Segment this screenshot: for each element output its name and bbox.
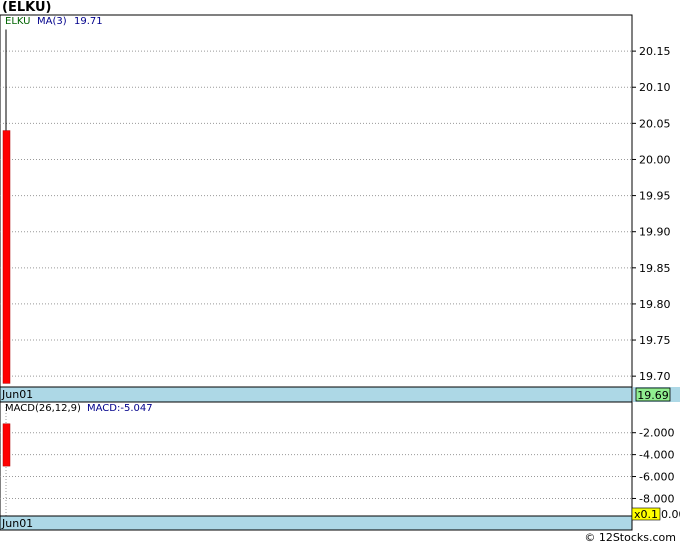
legend-symbol: ELKU [5, 16, 31, 27]
price-date-label: Jun01 [1, 388, 33, 401]
macd-tick-label: -2.000 [639, 427, 674, 440]
copyright: © 12Stocks.com [584, 531, 676, 544]
price-tick-label: 19.70 [639, 370, 671, 383]
macd-legend-value: MACD:-5.047 [87, 403, 153, 414]
price-tick-label: 19.80 [639, 298, 671, 311]
price-tick-label: 20.10 [639, 81, 671, 94]
price-tick-label: 20.00 [639, 153, 671, 166]
legend-ma-label: MA(3) [37, 16, 67, 27]
macd-zero-label: 0.000 [661, 508, 680, 521]
macd-tick-label: -4.000 [639, 449, 674, 462]
price-tick-label: 19.90 [639, 226, 671, 239]
stock-chart: 20.15 20.10 20.05 20.00 19.95 19.90 19.85 19.80… [0, 14, 680, 531]
macd-ticks: -2.000 -4.000 -6.000 -8.000 [632, 427, 674, 505]
price-tick-label: 20.05 [639, 117, 671, 130]
macd-date-band [0, 515, 633, 531]
macd-tick-label: -8.000 [639, 492, 674, 505]
legend-ma-value: 19.71 [74, 16, 103, 27]
candle-body [2, 130, 11, 384]
price-tick-label: 20.15 [639, 45, 671, 58]
price-date-band [0, 386, 633, 403]
macd-tick-label: -6.000 [639, 471, 674, 484]
macd-legend-label: MACD(26,12,9) [5, 403, 81, 414]
price-ticks: 20.15 20.10 20.05 20.00 19.95 19.90 19.85 19.80… [632, 45, 671, 383]
macd-date-label: Jun01 [1, 517, 33, 530]
price-tick-label: 19.85 [639, 262, 671, 275]
macd-bar [2, 423, 11, 467]
price-panel [0, 14, 633, 388]
price-tick-label: 19.75 [639, 334, 671, 347]
multiplier-label: x0.1 [634, 508, 658, 521]
price-tick-label: 19.95 [639, 190, 671, 203]
last-price-value: 19.69 [637, 389, 669, 402]
